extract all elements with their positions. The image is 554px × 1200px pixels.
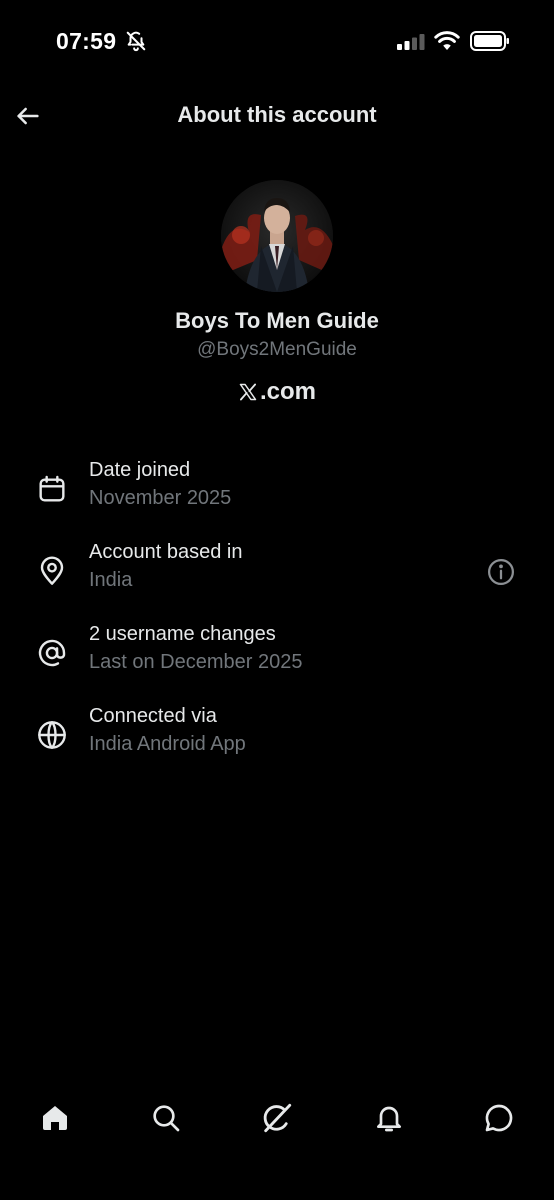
platform-domain: .com xyxy=(0,378,554,406)
info-subtitle: November 2025 xyxy=(89,487,232,509)
x-logo-icon xyxy=(238,382,258,402)
notifications-icon xyxy=(373,1102,405,1134)
bell-slash-icon xyxy=(125,30,147,52)
location-pin-icon xyxy=(36,555,68,587)
info-subtitle: India Android App xyxy=(89,733,246,755)
status-bar: 07:59 xyxy=(0,0,554,80)
profile-handle: @Boys2MenGuide xyxy=(197,339,357,360)
info-subtitle: Last on December 2025 xyxy=(89,651,303,673)
status-time: 07:59 xyxy=(56,28,117,54)
nav-messages[interactable] xyxy=(479,1098,519,1138)
nav-search[interactable] xyxy=(146,1098,186,1138)
page-title: About this account xyxy=(177,102,377,127)
home-icon xyxy=(39,1102,71,1134)
nav-grok[interactable] xyxy=(257,1098,297,1138)
signal-icon xyxy=(397,34,425,50)
info-subtitle: India xyxy=(89,569,133,591)
calendar-icon xyxy=(36,473,68,505)
info-title: Date joined xyxy=(89,459,191,481)
nav-notifications[interactable] xyxy=(369,1098,409,1138)
info-row-username-changes: 2 username changes Last on December 2025 xyxy=(0,623,554,685)
platform-text: .com xyxy=(259,378,316,405)
nav-home[interactable] xyxy=(35,1098,75,1138)
info-title: Connected via xyxy=(89,705,217,727)
at-sign-icon xyxy=(36,637,68,669)
info-title: Account based in xyxy=(89,541,243,563)
grok-icon xyxy=(260,1101,294,1135)
search-icon xyxy=(150,1102,182,1134)
info-title: 2 username changes xyxy=(89,623,276,645)
messages-icon xyxy=(483,1102,515,1134)
wifi-icon xyxy=(434,30,460,52)
info-row-date-joined: Date joined November 2025 xyxy=(0,459,554,521)
profile-name: Boys To Men Guide xyxy=(175,308,379,333)
globe-icon xyxy=(36,719,68,751)
avatar[interactable] xyxy=(221,180,333,292)
header: About this account xyxy=(0,88,554,144)
info-circle-icon[interactable] xyxy=(486,557,516,587)
battery-icon xyxy=(470,31,510,51)
info-row-account-location: Account based in India xyxy=(0,541,554,603)
info-row-connected-via: Connected via India Android App xyxy=(0,705,554,767)
bottom-nav xyxy=(0,1088,554,1148)
